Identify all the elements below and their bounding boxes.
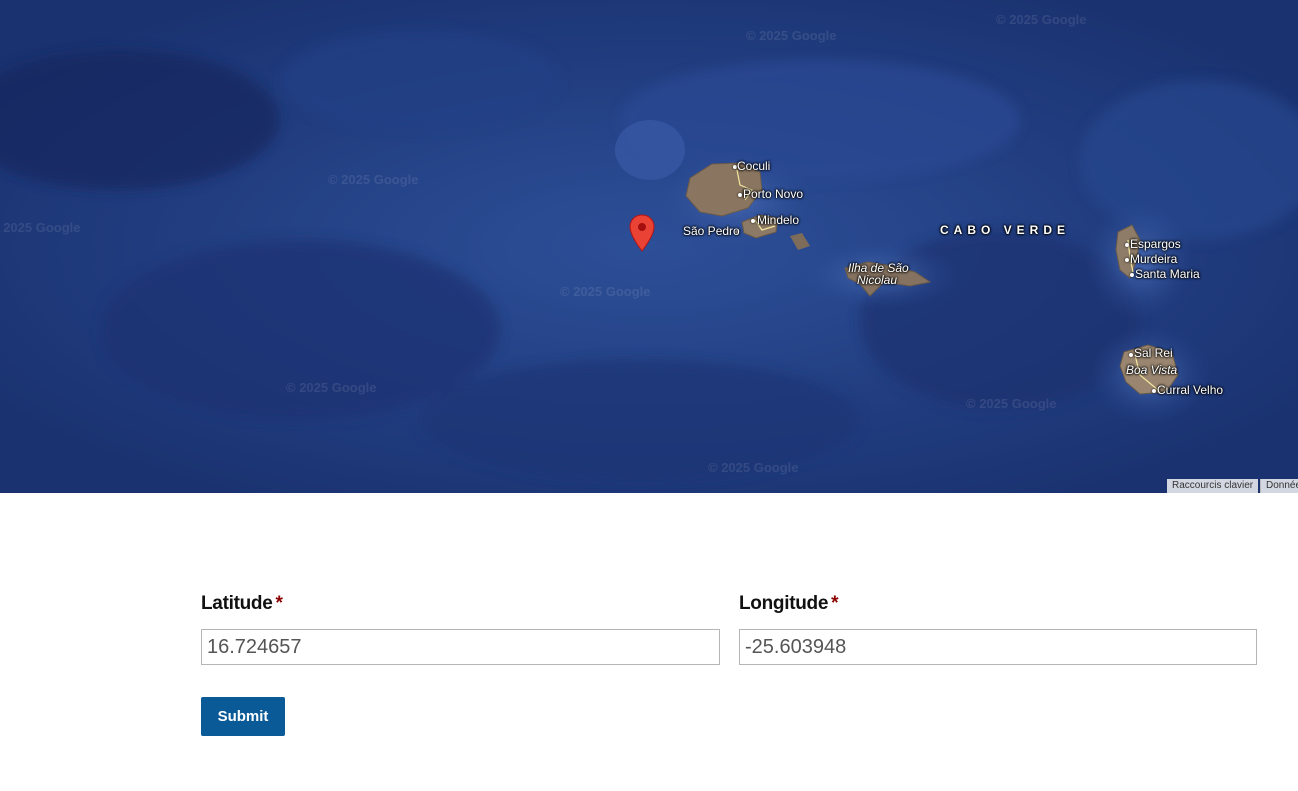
place-label-coculi: Coculi — [737, 159, 771, 173]
map-watermark: © 2025 Google — [0, 220, 81, 235]
place-label-sao-pedro: São Pedro — [683, 224, 740, 238]
place-label-curral-velho: Curral Velho — [1157, 383, 1224, 397]
map-watermark: © 2025 Google — [560, 284, 651, 299]
latitude-label: Latitude * — [201, 593, 283, 615]
place-label-boa-vista: Boa Vista — [1126, 363, 1178, 377]
map-watermark: © 2025 Google — [996, 12, 1087, 27]
longitude-label: Longitude * — [739, 593, 839, 615]
required-marker: * — [275, 593, 283, 614]
latitude-label-text: Latitude — [201, 593, 273, 614]
longitude-input[interactable] — [739, 629, 1257, 665]
latitude-input[interactable] — [201, 629, 720, 665]
map-watermark: © 2025 Google — [328, 172, 419, 187]
coordinates-form: Latitude* Longitude* Submit — [0, 493, 1298, 791]
place-dot — [1125, 258, 1129, 262]
country-label: CABO VERDE — [940, 223, 1071, 237]
required-marker: * — [831, 593, 839, 614]
longitude-label-text: Longitude — [739, 593, 829, 614]
place-label-mindelo: Mindelo — [757, 213, 800, 227]
place-label-sal-rei: Sal Rei — [1134, 346, 1173, 360]
satellite-map[interactable]: © 2025 Google © 2025 Google © 2025 Googl… — [0, 0, 1298, 493]
place-dot — [1125, 243, 1129, 247]
map-watermark: © 2025 Google — [966, 396, 1057, 411]
place-dot — [738, 193, 742, 197]
keyboard-shortcuts-link[interactable]: Raccourcis clavier — [1167, 479, 1259, 493]
submit-button[interactable]: Submit — [201, 697, 285, 736]
place-dot — [751, 219, 755, 223]
place-label-sao-nicolau: Nicolau — [857, 273, 898, 287]
place-dot — [1152, 389, 1156, 393]
place-label-santa-maria: Santa Maria — [1135, 267, 1200, 281]
location-pin-icon[interactable] — [627, 213, 657, 253]
place-label-espargos: Espargos — [1130, 237, 1181, 251]
place-label-porto-novo: Porto Novo — [743, 187, 804, 201]
place-dot — [1130, 273, 1134, 277]
place-dot — [1129, 353, 1133, 357]
map-watermark: © 2025 Google — [708, 460, 799, 475]
map-watermark: © 2025 Google — [286, 380, 377, 395]
place-label-murdeira: Murdeira — [1130, 252, 1178, 266]
map-watermark: © 2025 Google — [746, 28, 837, 43]
map-data-link[interactable]: Données — [1260, 479, 1298, 493]
